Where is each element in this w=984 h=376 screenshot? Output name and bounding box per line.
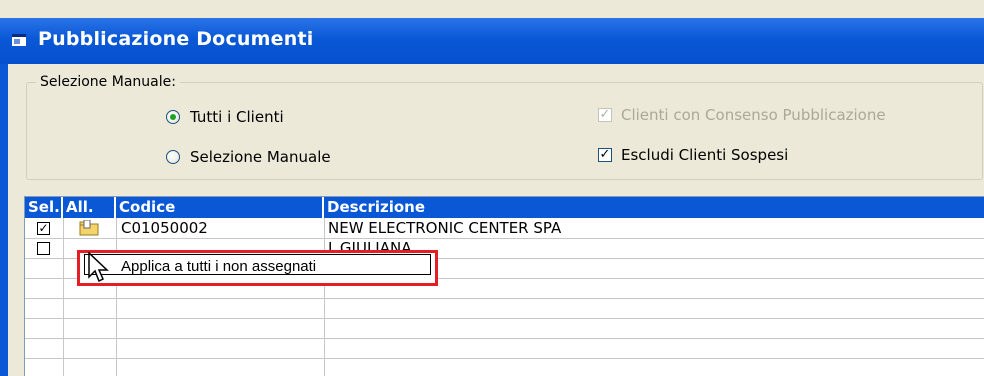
folder-attachment-icon[interactable] bbox=[79, 220, 99, 236]
window-client-area: Selezione Manuale: Tutti i Clienti Selez… bbox=[8, 64, 984, 376]
grid-header: Sel. All. Codice Descrizione bbox=[25, 197, 984, 218]
check-escludi-sospesi[interactable]: ✓ Escludi Clienti Sospesi bbox=[598, 146, 788, 164]
clients-grid[interactable]: Sel. All. Codice Descrizione ✓ C01050002… bbox=[24, 196, 984, 376]
tooltip: Applica a tutti i non assegnati bbox=[84, 254, 431, 275]
row-codice[interactable]: C01050002 bbox=[121, 218, 208, 238]
radio-tutti-label: Tutti i Clienti bbox=[190, 108, 284, 126]
col-header-sel[interactable]: Sel. bbox=[25, 197, 63, 218]
grid-hline bbox=[25, 358, 984, 359]
grid-hline bbox=[25, 338, 984, 339]
check-consenso-pubblicazione: ✓ Clienti con Consenso Pubblicazione bbox=[598, 106, 886, 124]
escludi-label: Escludi Clienti Sospesi bbox=[621, 146, 789, 164]
row-descrizione[interactable]: NEW ELECTRONIC CENTER SPA bbox=[328, 218, 561, 238]
document-window-icon bbox=[12, 34, 26, 46]
col-header-descrizione[interactable]: Descrizione bbox=[324, 197, 984, 218]
row-select-checkbox[interactable] bbox=[37, 242, 50, 255]
radio-manual-label: Selezione Manuale bbox=[190, 148, 331, 166]
selection-legend: Selezione Manuale: bbox=[36, 74, 180, 90]
row-select-checkbox[interactable]: ✓ bbox=[37, 222, 50, 235]
radio-tutti-clienti[interactable]: Tutti i Clienti bbox=[166, 108, 284, 126]
window-left-border bbox=[0, 64, 8, 376]
col-header-all[interactable]: All. bbox=[63, 197, 116, 218]
radio-selezione-manuale[interactable]: Selezione Manuale bbox=[166, 148, 331, 166]
grid-hline bbox=[25, 238, 984, 239]
radio-button-checked[interactable] bbox=[166, 110, 180, 124]
grid-vline bbox=[63, 218, 64, 376]
grid-vline bbox=[116, 218, 117, 376]
radio-button[interactable] bbox=[166, 150, 180, 164]
checkbox-disabled-checked: ✓ bbox=[598, 107, 612, 122]
title-bar[interactable]: Pubblicazione Documenti bbox=[0, 18, 984, 64]
grid-hline bbox=[25, 318, 984, 319]
pubblicazione-window: Pubblicazione Documenti Selezione Manual… bbox=[0, 0, 984, 376]
grid-vline bbox=[324, 218, 325, 376]
mouse-cursor-icon bbox=[88, 252, 109, 283]
checkbox-checked[interactable]: ✓ bbox=[598, 148, 612, 162]
tooltip-highlight: Applica a tutti i non assegnati bbox=[77, 250, 438, 286]
col-header-codice[interactable]: Codice bbox=[116, 197, 324, 218]
window-title: Pubblicazione Documenti bbox=[38, 28, 314, 50]
grid-hline bbox=[25, 298, 984, 299]
consenso-label: Clienti con Consenso Pubblicazione bbox=[621, 106, 886, 124]
